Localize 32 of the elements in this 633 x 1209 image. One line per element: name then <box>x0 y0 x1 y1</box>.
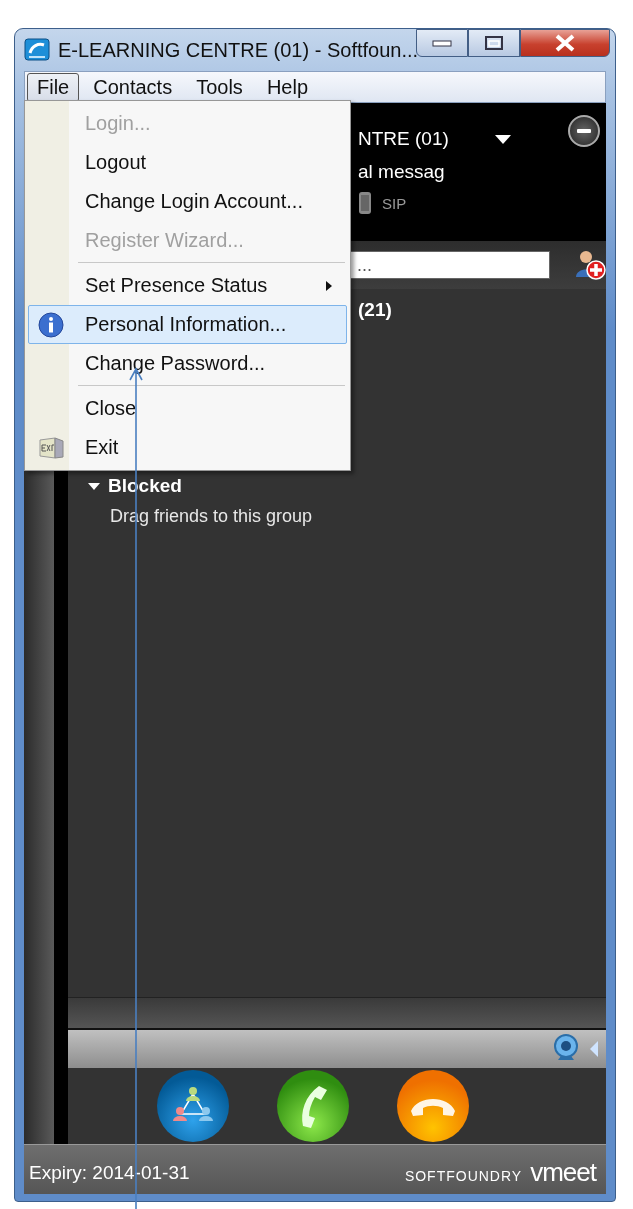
menu-bar-item[interactable]: File <box>27 72 80 102</box>
maximize-button[interactable] <box>468 29 520 57</box>
search-field[interactable]: ... <box>350 251 550 279</box>
menu-bar-item[interactable]: Tools <box>186 72 253 102</box>
group-header[interactable]: (21) <box>358 299 392 321</box>
door-icon <box>39 437 64 459</box>
dropdown-triangle-icon[interactable] <box>494 134 511 144</box>
menu-bar-item[interactable]: Help <box>256 72 318 102</box>
menu-item[interactable]: Logout <box>28 143 347 182</box>
menu-item[interactable]: Change Password... <box>28 344 347 383</box>
status-message: al messag <box>358 161 445 183</box>
menu-item[interactable]: Exit <box>28 428 347 467</box>
phone-icon <box>358 191 372 215</box>
info-icon <box>38 312 64 338</box>
menu-bar-item[interactable]: Contacts <box>83 72 183 102</box>
expand-triangle-icon[interactable] <box>88 482 100 490</box>
submenu-arrow-icon <box>326 281 332 291</box>
menu-item[interactable]: Change Login Account... <box>28 182 347 221</box>
brand-logo: SOFTFOUNDRY vmeet <box>404 1157 596 1188</box>
minimize-icon <box>432 39 452 47</box>
menu-item[interactable]: Personal Information... <box>28 305 347 344</box>
window-title: E-LEARNING CENTRE (01) - Softfoun... <box>58 38 419 62</box>
menu-item[interactable]: Set Presence Status <box>28 266 347 305</box>
maximize-icon <box>484 35 504 51</box>
close-button[interactable] <box>520 29 610 57</box>
sip-label: SIP <box>382 194 407 212</box>
app-icon <box>24 37 50 63</box>
profile-name: NTRE (01) <box>358 128 449 150</box>
close-icon <box>554 34 576 52</box>
expiry-date: Expiry: 2014-01-31 <box>29 1161 190 1184</box>
minimize-button[interactable] <box>416 29 468 57</box>
minimize-panel-button[interactable] <box>568 115 600 147</box>
